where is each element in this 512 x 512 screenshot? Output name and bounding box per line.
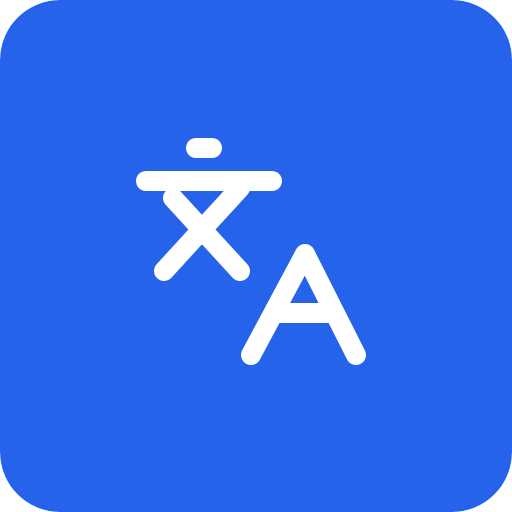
icon-background <box>0 0 512 512</box>
translate-icon <box>0 0 512 512</box>
translate-app-icon[interactable] <box>0 0 512 512</box>
